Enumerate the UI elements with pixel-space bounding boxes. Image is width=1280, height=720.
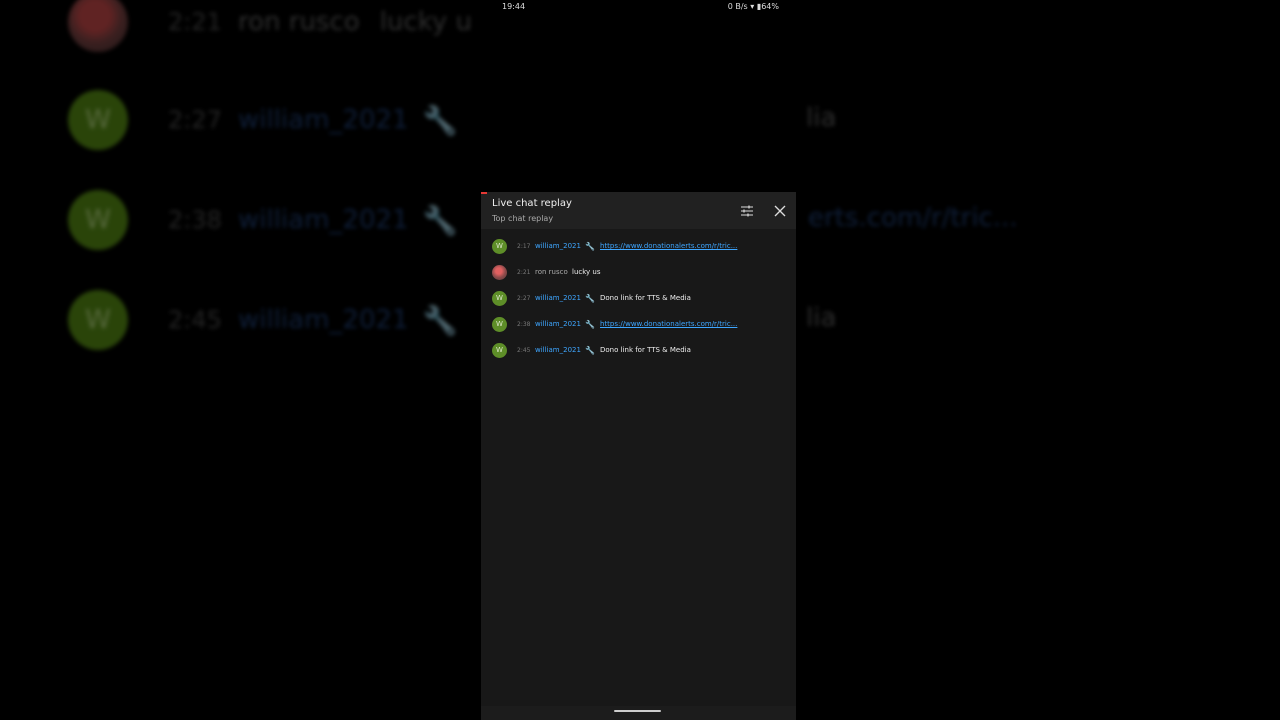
filter-button[interactable] <box>739 203 755 219</box>
bg-avatar: W <box>68 290 128 350</box>
accent-bar <box>481 192 487 194</box>
message-time: 2:45 <box>517 346 531 354</box>
bg-avatar: W <box>68 190 128 250</box>
chat-title: Live chat replay <box>492 198 572 209</box>
bg-author: ron rusco <box>238 7 360 37</box>
bg-message-right: lia <box>806 103 837 133</box>
avatar[interactable]: W <box>492 342 507 358</box>
wrench-icon: 🔧 <box>585 241 595 251</box>
bg-message-right: erts.com/r/tric... <box>808 203 1018 233</box>
bg-wrench-icon: 🔧 <box>422 303 458 337</box>
bg-time: 2:27 <box>168 106 222 134</box>
bg-time: 2:45 <box>168 306 222 334</box>
bg-time: 2:38 <box>168 206 222 234</box>
chat-message: W 2:17 william_2021 🔧 https://www.donati… <box>481 237 796 255</box>
avatar[interactable]: W <box>492 316 507 332</box>
chat-mode-selector[interactable]: Top chat replay <box>492 214 553 223</box>
live-chat-panel: Live chat replay Top chat replay W 2:17 … <box>481 192 796 720</box>
close-button[interactable] <box>772 203 788 219</box>
chat-message: 2:21 ron rusco lucky us <box>481 263 796 281</box>
message-link[interactable]: https://www.donationalerts.com/r/tric... <box>600 320 737 328</box>
bg-wrench-icon: 🔧 <box>422 103 458 137</box>
home-indicator[interactable] <box>614 710 661 712</box>
bg-author: william_2021 <box>238 305 409 335</box>
message-time: 2:38 <box>517 320 531 328</box>
bg-avatar: W <box>68 90 128 150</box>
phone-screen: 19:44 0 B/s ▾ ▮64% Live chat replay Top … <box>481 0 796 720</box>
network-speed: 0 B/s <box>727 2 748 11</box>
bg-avatar <box>68 0 128 52</box>
avatar[interactable]: W <box>492 238 507 254</box>
message-text: lucky us <box>572 268 601 276</box>
bg-row: W 2:38 william_2021 🔧 <box>68 185 457 255</box>
message-text: Dono link for TTS & Media <box>600 294 691 302</box>
close-icon <box>774 205 786 217</box>
chat-message: W 2:38 william_2021 🔧 https://www.donati… <box>481 315 796 333</box>
navigation-bar <box>481 706 796 720</box>
chat-message: W 2:45 william_2021 🔧 Dono link for TTS … <box>481 341 796 359</box>
status-indicators: 0 B/s ▾ ▮64% <box>728 2 779 11</box>
bg-author: william_2021 <box>238 205 409 235</box>
bg-message: lucky u <box>379 7 472 37</box>
bg-wrench-icon: 🔧 <box>422 203 458 237</box>
bg-author: william_2021 <box>238 105 409 135</box>
avatar[interactable]: W <box>492 290 507 306</box>
message-author[interactable]: william_2021 <box>535 346 581 354</box>
wrench-icon: 🔧 <box>585 293 595 303</box>
message-time: 2:17 <box>517 242 531 250</box>
message-text: Dono link for TTS & Media <box>600 346 691 354</box>
wifi-icon: ▾ <box>750 2 755 11</box>
battery-level: 64% <box>761 2 779 11</box>
avatar[interactable] <box>492 264 507 280</box>
bg-message-right: lia <box>806 303 837 333</box>
bg-row: W 2:27 william_2021 🔧 <box>68 85 457 155</box>
message-author[interactable]: ron rusco <box>535 268 568 276</box>
message-time: 2:27 <box>517 294 531 302</box>
sliders-icon <box>741 205 753 217</box>
message-link[interactable]: https://www.donationalerts.com/r/tric... <box>600 242 737 250</box>
bg-row: 2:21 ron rusco lucky u <box>68 0 472 57</box>
bg-time: 2:21 <box>168 8 222 36</box>
message-author[interactable]: william_2021 <box>535 320 581 328</box>
message-time: 2:21 <box>517 268 531 276</box>
wrench-icon: 🔧 <box>585 345 595 355</box>
message-author[interactable]: william_2021 <box>535 242 581 250</box>
chat-message: W 2:27 william_2021 🔧 Dono link for TTS … <box>481 289 796 307</box>
wrench-icon: 🔧 <box>585 319 595 329</box>
message-author[interactable]: william_2021 <box>535 294 581 302</box>
chat-header: Live chat replay Top chat replay <box>481 192 796 229</box>
bg-row: W 2:45 william_2021 🔧 <box>68 285 457 355</box>
status-time: 19:44 <box>502 2 526 11</box>
status-bar: 19:44 0 B/s ▾ ▮64% <box>481 0 796 14</box>
